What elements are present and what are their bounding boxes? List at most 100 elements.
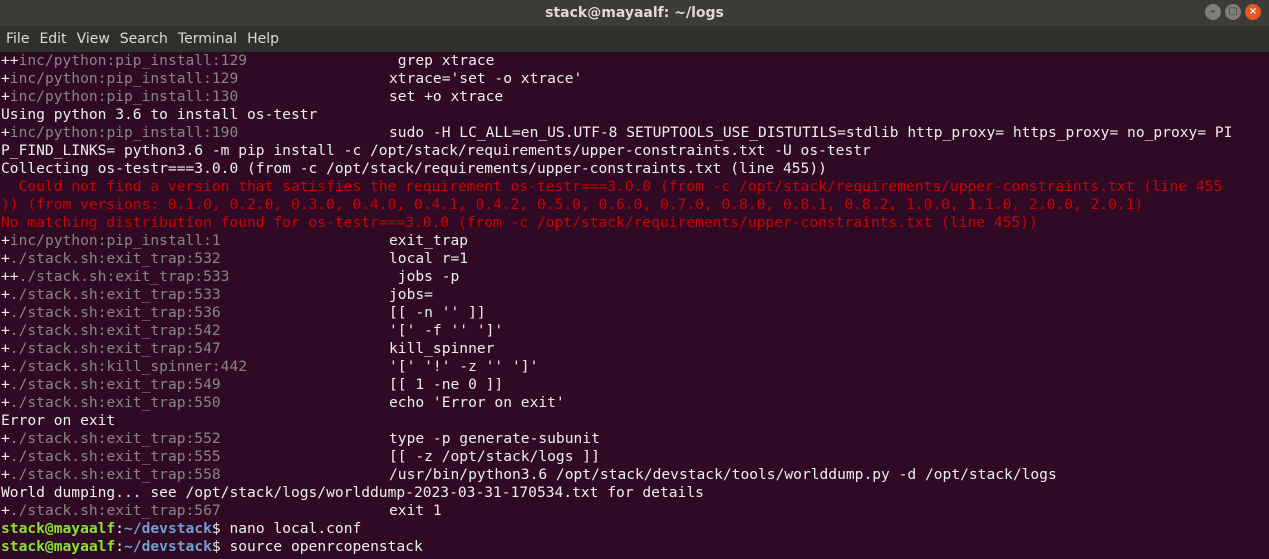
terminal-line: +./stack.sh:exit_trap:536 [[ -n '' ]] [1,304,1269,322]
output-text: Error on exit [1,412,116,429]
terminal-line: +./stack.sh:kill_spinner:442 '[' '!' -z '… [1,358,1269,376]
prompt-symbol: $ [211,520,230,537]
output-text: Collecting os-testr===3.0.0 (from -c /op… [1,160,827,177]
output-text: Using python 3.6 to install os-testr [1,106,318,123]
trace-location: inc/python:pip_install:1 [9,232,221,249]
terminal-line: ++./stack.sh:exit_trap:533 jobs -p [1,268,1269,286]
trace-command: '[' '!' -z '' ']' [389,358,539,375]
trace-prefix: + [1,304,10,321]
trace-location: ./stack.sh:exit_trap:532 [9,250,221,267]
menu-view[interactable]: View [76,31,111,47]
terminal-line: +./stack.sh:exit_trap:550 echo 'Error on … [1,394,1269,412]
prompt-directory: ~/devstack [124,520,212,537]
trace-location: ./stack.sh:exit_trap:558 [9,466,221,483]
menu-bar: File Edit View Search Terminal Help [0,26,1269,52]
trace-prefix: + [1,250,10,267]
trace-prefix: + [1,466,10,483]
trace-prefix: + [1,70,10,87]
trace-command: set +o xtrace [389,88,504,105]
window-title: stack@mayaalf: ~/logs [545,5,724,21]
trace-location: ./stack.sh:exit_trap:552 [9,430,221,447]
terminal-line: stack@mayaalf:~/devstack$ source openrco… [1,538,1269,556]
prompt-command: nano local.conf [229,520,362,537]
menu-help[interactable]: Help [246,31,280,47]
trace-location: ./stack.sh:exit_trap:547 [9,340,221,357]
terminal-line: ++inc/python:pip_install:129 grep xtrace [1,52,1269,70]
terminal-line: +inc/python:pip_install:129 xtrace='set -… [1,70,1269,88]
prompt-user: stack@mayaalf [1,520,116,537]
trace-location: ./stack.sh:kill_spinner:442 [9,358,248,375]
output-text: P_FIND_LINKS= python3.6 -m pip install -… [1,142,871,159]
trace-location: inc/python:pip_install:129 [18,52,248,69]
trace-location: ./stack.sh:exit_trap:555 [9,448,221,465]
trace-prefix: ++ [1,268,19,285]
prompt-separator: : [115,520,125,537]
terminal-line: +./stack.sh:exit_trap:558/usr/bin/python… [1,466,1269,484]
trace-location: ./stack.sh:exit_trap:549 [9,376,221,393]
terminal-line: Could not find a version that satisfies … [1,178,1269,196]
minimize-icon[interactable]: – [1205,4,1221,20]
terminal-line: +./stack.sh:exit_trap:567 exit 1 [1,502,1269,520]
terminal-line: +./stack.sh:exit_trap:542 '[' -f '' ']' [1,322,1269,340]
trace-command: '[' -f '' ']' [389,322,504,339]
trace-command: exit_trap [389,232,469,249]
trace-prefix: + [1,286,10,303]
trace-command: type -p generate-subunit [389,430,600,447]
trace-prefix: + [1,88,10,105]
trace-command: echo 'Error on exit' [389,394,565,411]
close-icon[interactable]: × [1245,4,1261,20]
terminal-line: Error on exit [1,412,1269,430]
trace-command: exit 1 [389,502,442,519]
trace-prefix: + [1,340,10,357]
terminal-line: +./stack.sh:exit_trap:549 [[ 1 -ne 0 ]] [1,376,1269,394]
trace-prefix: + [1,502,10,519]
terminal-line: stack@mayaalf:~/devstack$ nano local.con… [1,520,1269,538]
terminal-line: P_FIND_LINKS= python3.6 -m pip install -… [1,142,1269,160]
trace-command: [[ -z /opt/stack/logs ]] [389,448,600,465]
trace-prefix: ++ [1,52,19,69]
error-text: )) (from versions: 0.1.0, 0.2.0, 0.3.0, … [1,196,1144,213]
prompt-symbol: $ [211,538,230,555]
trace-location: inc/python:pip_install:130 [9,88,239,105]
prompt-directory: ~/devstack [124,538,212,555]
trace-location: inc/python:pip_install:190 [9,124,239,141]
terminal-output[interactable]: ++inc/python:pip_install:129 grep xtrace… [0,52,1269,559]
terminal-line: +./stack.sh:exit_trap:547 kill_spinner [1,340,1269,358]
terminal-line: +./stack.sh:exit_trap:532 local r=1 [1,250,1269,268]
menu-terminal[interactable]: Terminal [177,31,238,47]
trace-prefix: + [1,448,10,465]
trace-command: /usr/bin/python3.6 /opt/stack/devstack/t… [389,466,1057,483]
trace-command: kill_spinner [389,340,495,357]
terminal-line: Using python 3.6 to install os-testr [1,106,1269,124]
prompt-separator: : [115,538,125,555]
trace-command: jobs= [389,286,433,303]
trace-prefix: + [1,232,10,249]
trace-location: ./stack.sh:exit_trap:550 [9,394,221,411]
terminal-line: +inc/python:pip_install:1 exit_trap [1,232,1269,250]
maximize-icon[interactable]: ▢ [1225,4,1241,20]
terminal-line: Collecting os-testr===3.0.0 (from -c /op… [1,160,1269,178]
terminal-line: )) (from versions: 0.1.0, 0.2.0, 0.3.0, … [1,196,1269,214]
trace-location: ./stack.sh:exit_trap:533 [9,286,221,303]
trace-command: sudo -H LC_ALL=en_US.UTF-8 SETUPTOOLS_US… [389,124,1233,141]
terminal-line: +./stack.sh:exit_trap:555 [[ -z /opt/stac… [1,448,1269,466]
prompt-user: stack@mayaalf [1,538,116,555]
menu-file[interactable]: File [5,31,30,47]
trace-prefix: + [1,376,10,393]
trace-command: xtrace='set -o xtrace' [389,70,583,87]
output-text: World dumping... see /opt/stack/logs/wor… [1,484,704,501]
trace-command: [[ -n '' ]] [389,304,486,321]
terminal-line: No matching distribution found for os-te… [1,214,1269,232]
menu-edit[interactable]: Edit [38,31,67,47]
terminal-line: +inc/python:pip_install:130 set +o xtrace [1,88,1269,106]
trace-prefix: + [1,124,10,141]
trace-location: ./stack.sh:exit_trap:567 [9,502,221,519]
trace-prefix: + [1,358,10,375]
window-controls: – ▢ × [1205,4,1261,20]
trace-prefix: + [1,394,10,411]
trace-prefix: + [1,430,10,447]
trace-location: ./stack.sh:exit_trap:533 [18,268,230,285]
terminal-line: +./stack.sh:exit_trap:552 type -p generat… [1,430,1269,448]
menu-search[interactable]: Search [119,31,169,47]
title-bar: stack@mayaalf: ~/logs – ▢ × [0,0,1269,26]
